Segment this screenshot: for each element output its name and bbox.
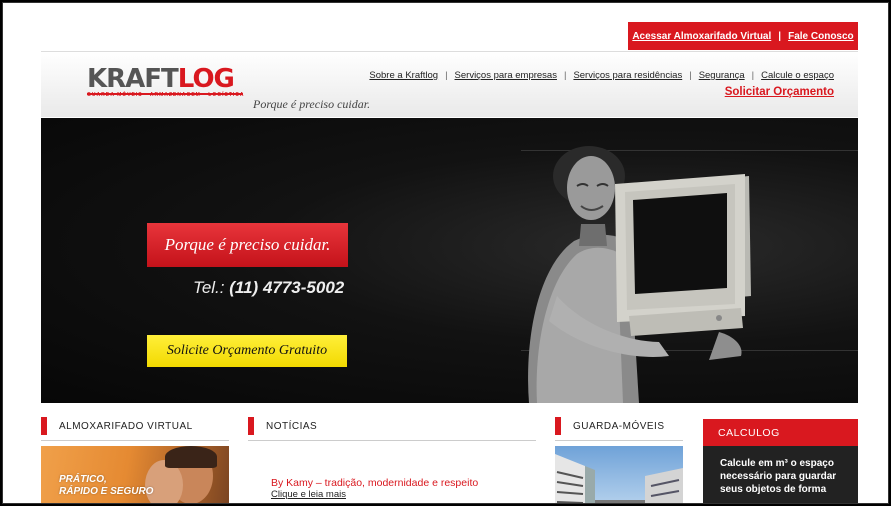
fale-conosco-link[interactable]: Fale Conosco bbox=[788, 31, 854, 42]
nav-servicos-residencias[interactable]: Serviços para residências bbox=[573, 70, 682, 81]
nav-calcule-espaco[interactable]: Calcule o espaço bbox=[761, 70, 834, 81]
noticias-heading: NOTÍCIAS bbox=[248, 417, 317, 435]
logo-word-kraft: KRAFT bbox=[87, 64, 179, 94]
calculog-title: CALCULOG bbox=[703, 419, 858, 446]
woman-hugging-monitor-image bbox=[528, 146, 751, 403]
guarda-moveis-title: GUARDA-MÓVEIS bbox=[573, 420, 665, 432]
almoxarifado-virtual-link[interactable]: Acessar Almoxarifado Virtual bbox=[632, 31, 771, 42]
calculog-line2: necessário para guardar bbox=[720, 471, 837, 482]
news-read-more-link[interactable]: Clique e leia mais bbox=[271, 489, 346, 500]
nav-servicos-empresas[interactable]: Serviços para empresas bbox=[455, 70, 557, 81]
site-header: KRAFTLOG GUARDA MÓVEIS · ARMAZENAGEM · L… bbox=[41, 51, 858, 117]
almoxarifado-banner-text: PRÁTICO, RÁPIDO E SEGURO bbox=[59, 474, 153, 498]
warehouse-building-image[interactable] bbox=[555, 446, 683, 503]
top-utility-bar: Acessar Almoxarifado Virtual | Fale Cono… bbox=[628, 22, 858, 50]
column-rule bbox=[41, 440, 229, 441]
column-rule bbox=[555, 440, 683, 441]
logo-wordmark: KRAFTLOG bbox=[87, 66, 247, 92]
noticias-title: NOTÍCIAS bbox=[266, 420, 318, 432]
almoxarifado-title: ALMOXARIFADO VIRTUAL bbox=[59, 420, 193, 432]
warehouse-illustration bbox=[555, 454, 683, 503]
logo-underline bbox=[87, 93, 243, 95]
almoxarifado-banner-image[interactable]: PRÁTICO, RÁPIDO E SEGURO bbox=[41, 446, 229, 503]
almoxarifado-banner-line2: RÁPIDO E SEGURO bbox=[59, 486, 154, 497]
header-tagline: Porque é preciso cuidar. bbox=[253, 97, 371, 111]
nav-separator: | bbox=[751, 70, 755, 81]
nav-separator: | bbox=[563, 70, 567, 81]
calculog-line3: seus objetos de forma bbox=[720, 484, 827, 495]
topbar-separator: | bbox=[778, 30, 782, 42]
nav-separator: | bbox=[689, 70, 692, 81]
news-item-title[interactable]: By Kamy – tradição, modernidade e respei… bbox=[271, 477, 478, 489]
solicitar-orcamento-link[interactable]: Solicitar Orçamento bbox=[725, 86, 834, 98]
heading-marker bbox=[248, 417, 254, 435]
logo-word-log: LOG bbox=[177, 64, 235, 94]
column-rule bbox=[248, 440, 536, 441]
guarda-moveis-heading: GUARDA-MÓVEIS bbox=[555, 417, 665, 435]
page-frame: Acessar Almoxarifado Virtual | Fale Cono… bbox=[2, 2, 889, 504]
hair-shape bbox=[165, 446, 217, 468]
calculog-description: Calcule em m³ o espaço necessário para g… bbox=[703, 446, 858, 496]
nav-separator: | bbox=[445, 70, 448, 81]
hero-banner: Porque é preciso cuidar. Tel.: (11) 4773… bbox=[41, 118, 858, 403]
kraftlog-logo[interactable]: KRAFTLOG GUARDA MÓVEIS · ARMAZENAGEM · L… bbox=[87, 66, 247, 98]
heading-marker bbox=[41, 417, 47, 435]
nav-sobre[interactable]: Sobre a Kraftlog bbox=[369, 70, 438, 81]
free-quote-button[interactable]: Solicite Orçamento Gratuito bbox=[147, 335, 347, 367]
calculog-line1: Calcule em m³ o espaço bbox=[720, 458, 834, 469]
hero-phone: Tel.: (11) 4773-5002 bbox=[193, 278, 344, 298]
heading-marker bbox=[555, 417, 561, 435]
calculog-box[interactable]: CALCULOG Calcule em m³ o espaço necessár… bbox=[703, 419, 858, 503]
almoxarifado-banner-line1: PRÁTICO, bbox=[59, 474, 107, 485]
hero-phone-prefix: Tel.: bbox=[193, 278, 225, 297]
nav-seguranca[interactable]: Segurança bbox=[699, 70, 745, 81]
hero-slogan-badge: Porque é preciso cuidar. bbox=[147, 223, 348, 267]
almoxarifado-heading: ALMOXARIFADO VIRTUAL bbox=[41, 417, 193, 435]
hero-phone-number: (11) 4773-5002 bbox=[229, 278, 345, 297]
main-nav: Sobre a Kraftlog | Serviços para empresa… bbox=[369, 70, 834, 81]
